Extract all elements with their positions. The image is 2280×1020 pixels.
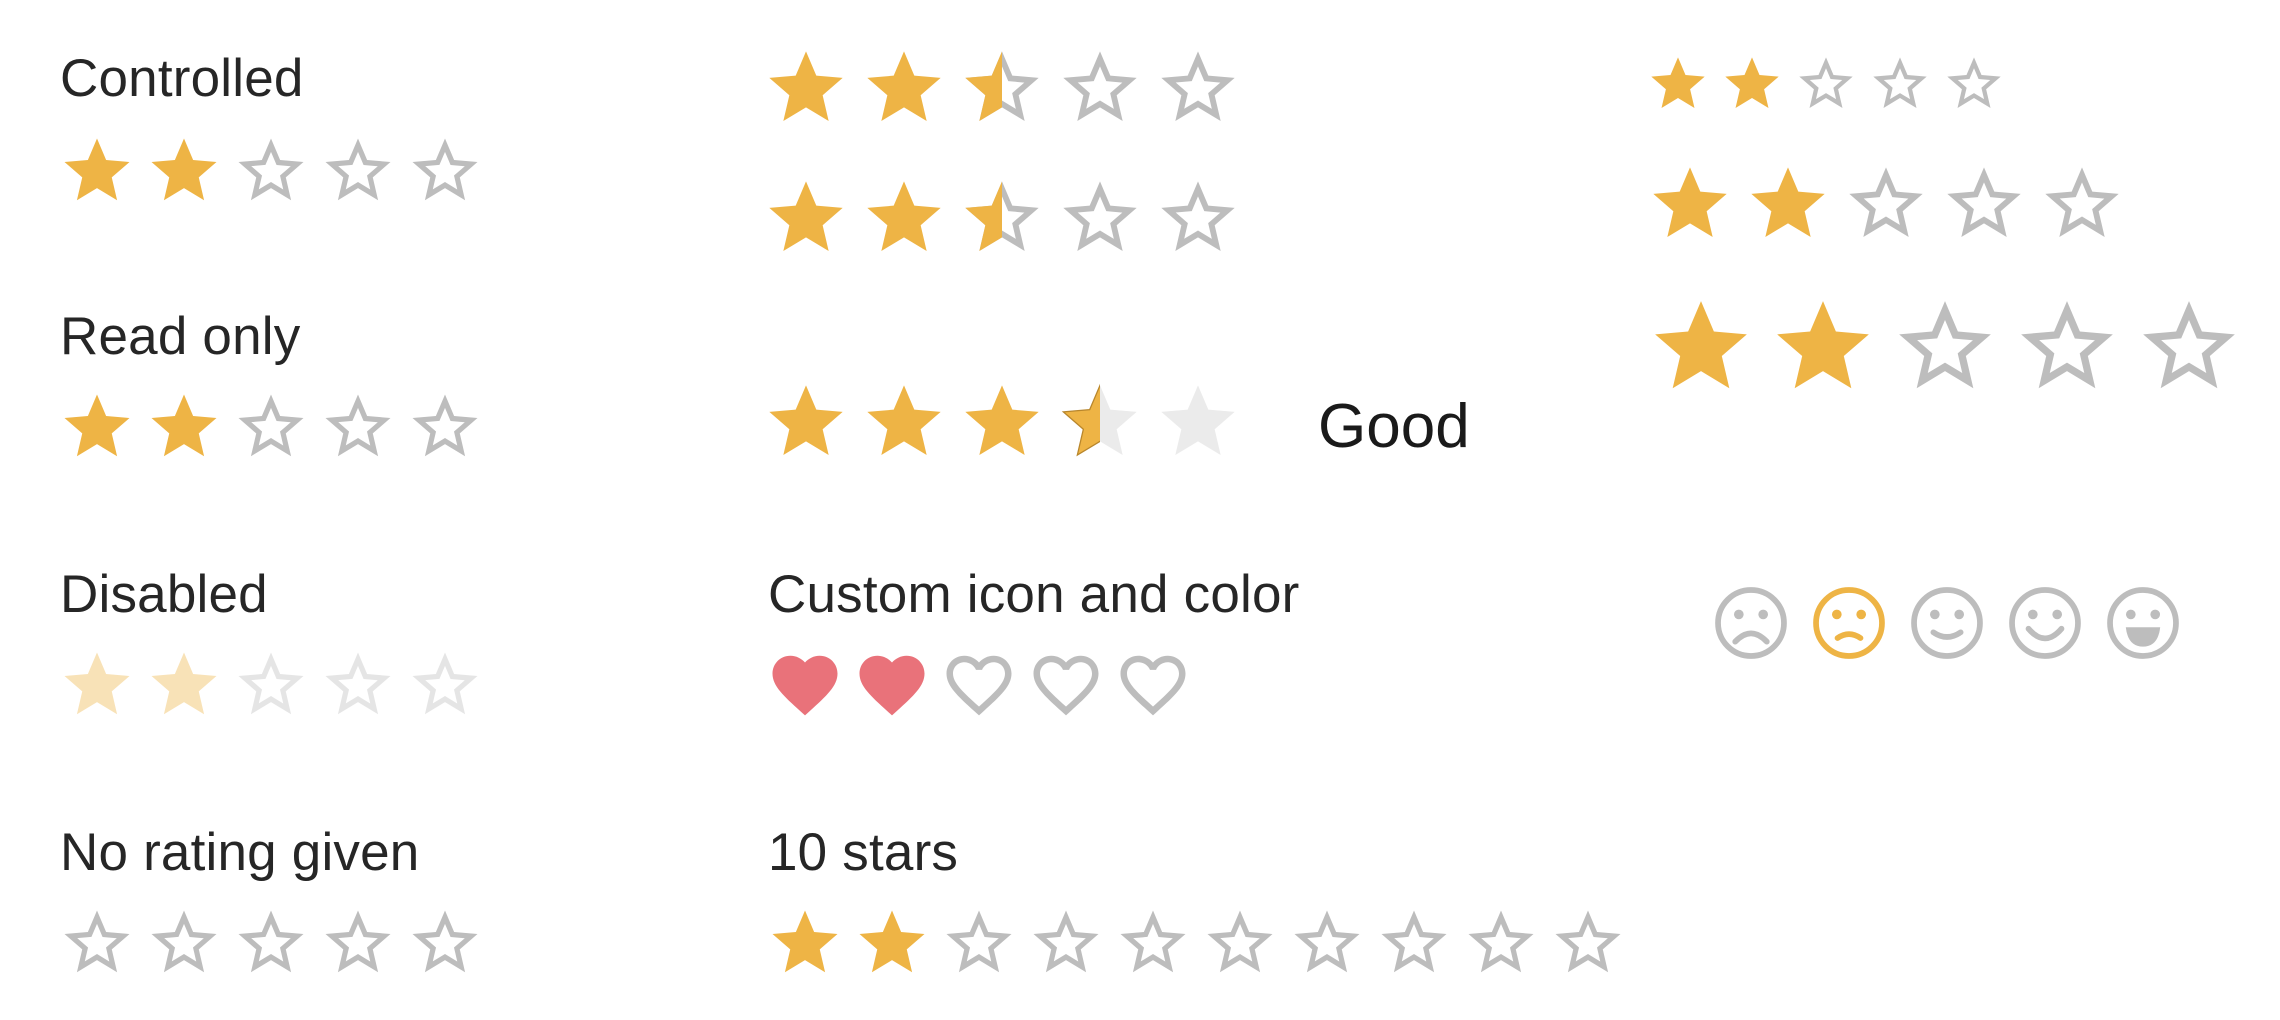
star-empty-icon (1381, 910, 1447, 973)
star-empty-icon (1120, 910, 1186, 973)
star-empty-icon (1947, 57, 2001, 108)
star-empty-icon (1899, 301, 1991, 389)
icon-container-rating[interactable] (1708, 580, 2186, 666)
read-only-label: Read only (60, 307, 301, 366)
star-empty-icon (1799, 57, 1853, 108)
star-empty-icon (238, 394, 304, 457)
star-empty-icon (1063, 181, 1137, 251)
star-empty-icon (2045, 167, 2119, 237)
star-filled-icon (64, 394, 130, 457)
star-empty-icon (412, 652, 478, 715)
star-empty-icon (1207, 910, 1273, 973)
star-filled-icon (769, 385, 843, 455)
heart-filled-icon (859, 655, 925, 716)
read-only-rating (58, 388, 484, 466)
star-filled-icon (151, 394, 217, 457)
heart-empty-icon (946, 655, 1012, 716)
star-empty-icon (946, 910, 1012, 973)
custom-icon-label: Custom icon and color (768, 565, 1300, 624)
star-filled-icon (769, 51, 843, 122)
star-empty-icon (412, 394, 478, 457)
star-empty-icon (1873, 57, 1927, 108)
dissatisfied-icon (1813, 587, 1885, 659)
very-satisfied-icon (2107, 587, 2179, 659)
controlled-rating[interactable] (58, 132, 484, 210)
satisfied-icon (2009, 587, 2081, 659)
star-filled-icon (151, 138, 217, 201)
star-empty-icon (1555, 910, 1621, 973)
hover-feedback-rating[interactable] (762, 378, 1242, 466)
half-rating-2 (762, 174, 1242, 262)
heart-empty-icon (1033, 655, 1099, 716)
star-empty-icon (1161, 385, 1235, 455)
ten-stars-label: 10 stars (768, 823, 959, 882)
star-empty-icon (325, 138, 391, 201)
star-empty-icon (238, 652, 304, 715)
star-empty-icon (325, 910, 391, 973)
star-empty-icon (151, 910, 217, 973)
star-empty-icon (1063, 51, 1137, 122)
star-empty-icon (1033, 910, 1099, 973)
no-rating-rating[interactable] (58, 904, 484, 982)
star-half-icon (1061, 383, 1137, 457)
star-filled-icon (769, 181, 843, 251)
heart-filled-icon (772, 655, 838, 716)
star-half-icon (965, 51, 1039, 122)
neutral-icon (1911, 587, 1983, 659)
star-empty-icon (1849, 167, 1923, 237)
star-filled-icon (867, 181, 941, 251)
star-filled-icon (1655, 301, 1747, 389)
star-filled-icon (1751, 167, 1825, 237)
star-empty-icon (1161, 181, 1235, 251)
star-filled-icon (867, 385, 941, 455)
no-rating-label: No rating given (60, 823, 420, 882)
star-empty-icon (1468, 910, 1534, 973)
star-empty-icon (412, 910, 478, 973)
star-empty-icon (325, 652, 391, 715)
star-empty-icon (412, 138, 478, 201)
star-filled-icon (1651, 57, 1705, 108)
ten-stars-rating[interactable] (766, 904, 1627, 982)
size-large-rating[interactable] (1646, 292, 2244, 402)
star-filled-icon (64, 138, 130, 201)
hover-feedback-label: Good (1318, 392, 1470, 461)
star-half-icon (965, 181, 1039, 251)
very-dissatisfied-icon (1715, 587, 1787, 659)
star-empty-icon (238, 910, 304, 973)
star-filled-icon (64, 652, 130, 715)
star-filled-icon (1777, 301, 1869, 389)
custom-icon-rating[interactable] (766, 646, 1192, 724)
star-filled-icon (1725, 57, 1779, 108)
star-empty-icon (325, 394, 391, 457)
star-empty-icon (238, 138, 304, 201)
star-empty-icon (1161, 51, 1235, 122)
star-filled-icon (867, 51, 941, 122)
size-medium-rating[interactable] (1646, 160, 2126, 248)
star-empty-icon (1947, 167, 2021, 237)
disabled-rating (58, 646, 484, 724)
star-filled-icon (772, 910, 838, 973)
star-empty-icon (2021, 301, 2113, 389)
half-rating-1[interactable] (762, 44, 1242, 132)
star-filled-icon (151, 652, 217, 715)
controlled-label: Controlled (60, 49, 304, 108)
star-empty-icon (2143, 301, 2235, 389)
heart-empty-icon (1120, 655, 1186, 716)
star-empty-icon (1294, 910, 1360, 973)
star-filled-icon (859, 910, 925, 973)
star-filled-icon (1653, 167, 1727, 237)
star-empty-icon (64, 910, 130, 973)
star-filled-icon (965, 385, 1039, 455)
size-small-rating[interactable] (1646, 52, 2006, 116)
disabled-label: Disabled (60, 565, 268, 624)
